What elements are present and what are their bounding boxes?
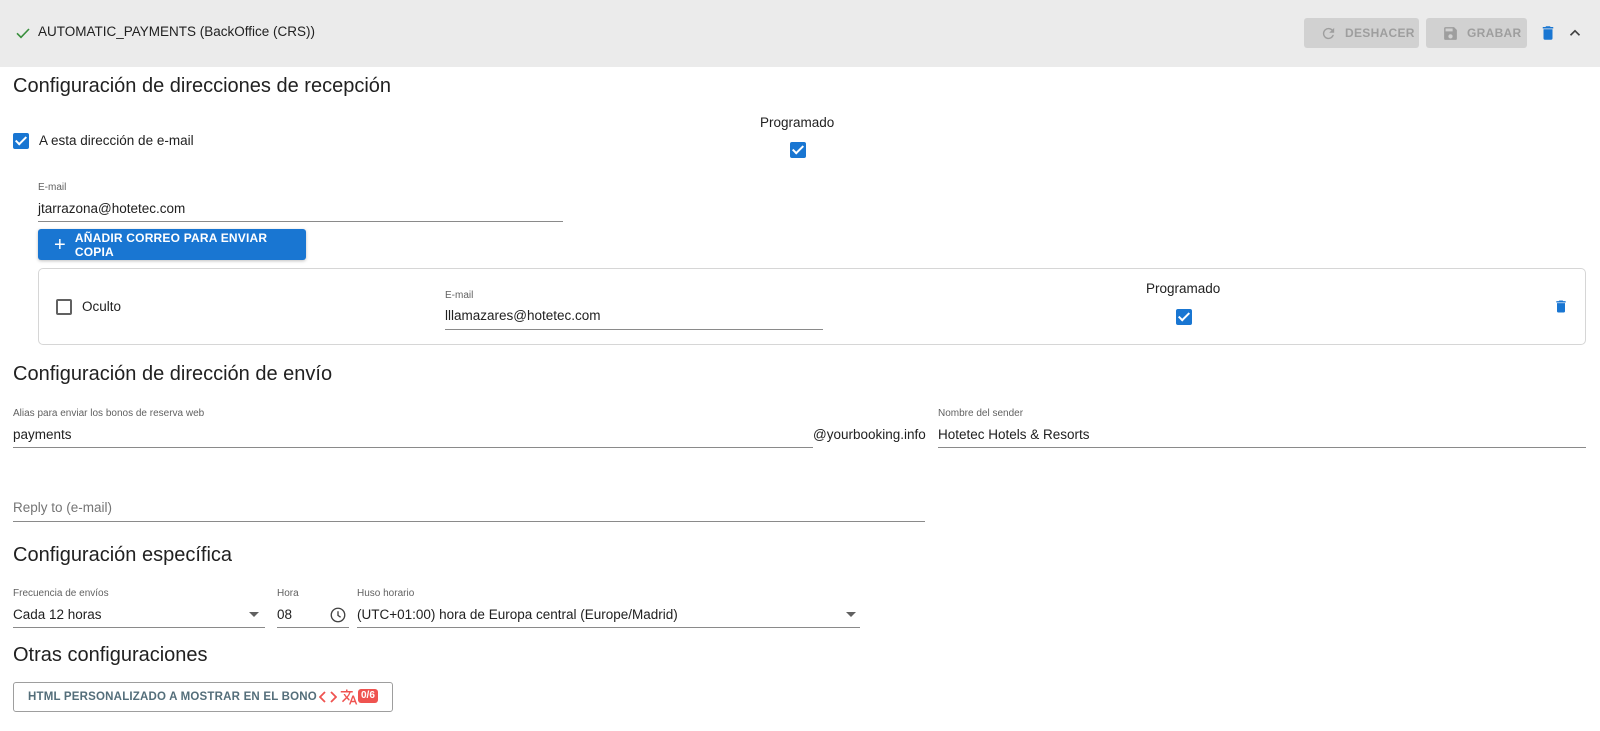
frequency-underline [13,627,265,628]
add-copy-label: AÑADIR CORREO PARA ENVIAR COPIA [74,230,268,259]
panel-title: AUTOMATIC_PAYMENTS (BackOffice (CRS)) [38,24,316,39]
frequency-select[interactable]: Cada 12 horas [13,607,102,622]
code-icon [319,691,337,703]
dropdown-arrow-icon[interactable] [248,611,260,619]
plus-icon: + [54,233,66,256]
sender-field[interactable]: Hotetec Hotels & Resorts [938,427,1090,442]
reception-heading: Configuración de direcciones de recepció… [13,75,392,97]
to-address-checkbox[interactable] [13,133,29,149]
sender-underline [938,447,1586,448]
custom-html-label: HTML PERSONALIZADO A MOSTRAR EN EL BONO [28,691,317,703]
hour-label: Hora [277,588,299,599]
check-icon [16,28,30,39]
specific-heading: Configuración específica [13,544,233,566]
sender-field-label: Nombre del sender [938,408,1024,419]
reply-to-underline [13,521,925,522]
other-heading: Otras configuraciones [13,644,208,666]
email-field-label: E-mail [38,182,67,193]
translate-icon [340,689,358,705]
hidden-checkbox[interactable] [56,299,72,315]
save-label: GRABAR [1467,26,1522,40]
hidden-label: Oculto [82,299,122,314]
sending-heading: Configuración de dirección de envío [13,363,333,385]
copy-email-underline [445,329,823,330]
email-field[interactable]: jtarrazona@hotetec.com [38,201,185,216]
reply-to-field[interactable]: Reply to (e-mail) [13,500,112,515]
scheduled-label: Programado [760,115,835,130]
add-copy-email-button[interactable]: + AÑADIR CORREO PARA ENVIAR COPIA [38,229,306,260]
frequency-label: Frecuencia de envíos [13,588,109,599]
hour-input[interactable]: 08 [277,607,292,622]
copy-scheduled-label: Programado [1146,281,1221,296]
alias-field[interactable]: payments [13,427,72,442]
chevron-up-icon[interactable] [1566,24,1584,42]
email-field-underline [38,221,563,222]
copy-email-field-label: E-mail [445,290,474,301]
undo-label: DESHACER [1345,26,1415,40]
domain-suffix: @yourbooking.info [813,427,926,442]
refresh-icon [1322,27,1335,39]
undo-button[interactable]: DESHACER [1304,18,1419,48]
panel-header[interactable]: AUTOMATIC_PAYMENTS (BackOffice (CRS)) DE… [0,0,1600,67]
hour-underline [277,627,349,628]
alias-field-label: Alias para enviar los bonos de reserva w… [13,408,205,419]
trash-icon[interactable] [1539,23,1557,43]
scheduled-checkbox[interactable] [790,142,806,158]
save-button[interactable]: GRABAR [1426,18,1527,48]
timezone-underline [357,627,860,628]
delete-copy-icon[interactable] [1553,297,1569,316]
alias-underline [13,447,813,448]
timezone-select[interactable]: (UTC+01:00) hora de Europa central (Euro… [357,607,678,622]
timezone-dropdown-arrow-icon[interactable] [845,611,857,619]
to-address-label: A esta dirección de e-mail [39,133,194,148]
copy-email-field[interactable]: lllamazares@hotetec.com [445,308,601,323]
timezone-label: Huso horario [357,588,415,599]
copy-scheduled-checkbox[interactable] [1176,309,1192,325]
translation-count-badge: 0/6 [358,689,378,703]
save-icon [1444,26,1457,40]
copy-email-card [38,268,1586,345]
clock-icon[interactable] [329,606,347,624]
